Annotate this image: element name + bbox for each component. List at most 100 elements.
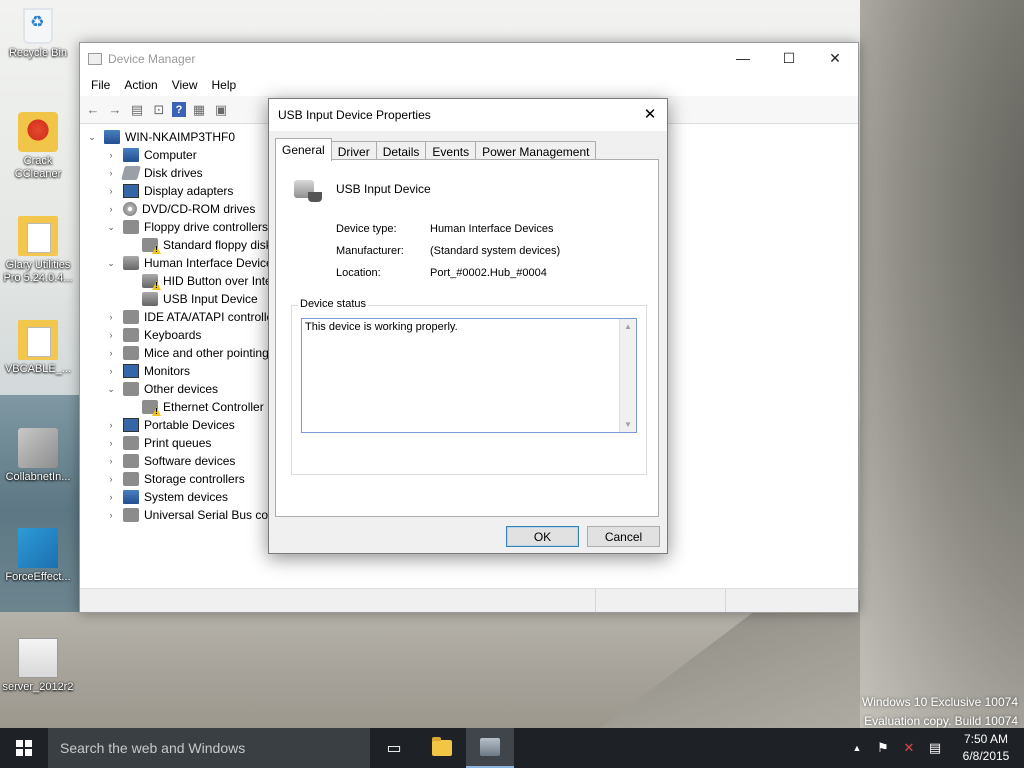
chevron-down-icon[interactable]: ⌄	[105, 222, 117, 233]
chevron-right-icon[interactable]: ›	[105, 438, 117, 448]
properties-icon[interactable]: ▤	[128, 101, 146, 119]
help-icon[interactable]: ?	[172, 102, 186, 117]
desktop-icon-ccleaner[interactable]: Crack CCleaner	[0, 112, 76, 181]
device-icon[interactable]: ▣	[212, 101, 230, 119]
device-manager-icon	[480, 738, 500, 756]
chevron-right-icon[interactable]: ›	[105, 150, 117, 160]
view-icon[interactable]: ▦	[190, 101, 208, 119]
chevron-right-icon[interactable]: ›	[105, 348, 117, 358]
tree-root-label: WIN-NKAIMP3THF0	[125, 130, 236, 144]
tree-item-label: USB Input Device	[163, 292, 258, 306]
close-icon[interactable]: ✕	[633, 99, 667, 129]
back-arrow-icon[interactable]: ←	[84, 101, 102, 119]
computer-icon	[18, 428, 58, 468]
tab-driver[interactable]: Driver	[330, 141, 377, 161]
chevron-right-icon[interactable]: ›	[105, 456, 117, 466]
chevron-right-icon[interactable]: ›	[105, 492, 117, 502]
other-devices-icon	[123, 382, 139, 396]
chevron-right-icon[interactable]: ›	[105, 168, 117, 178]
property-value: Human Interface Devices	[430, 223, 554, 235]
vertical-scrollbar[interactable]: ▲ ▼	[619, 319, 636, 432]
dialog-title-bar[interactable]: USB Input Device Properties ✕	[269, 99, 667, 131]
desktop-icon-server[interactable]: server_2012r2	[0, 638, 76, 694]
ok-button[interactable]: OK	[506, 526, 579, 547]
mouse-icon	[123, 346, 139, 360]
desktop-icon-forceeffect[interactable]: ForceEffect...	[0, 528, 76, 584]
search-box[interactable]: Search the web and Windows	[48, 728, 370, 768]
software-device-icon	[123, 454, 139, 468]
tab-power-management[interactable]: Power Management	[475, 141, 597, 161]
tab-details[interactable]: Details	[375, 141, 427, 161]
device-manager-icon	[88, 52, 102, 65]
file-explorer-taskbar-button[interactable]	[418, 728, 466, 768]
desktop-icon-glary[interactable]: Glary Utilities Pro 5.24.0.4...	[0, 216, 76, 285]
chevron-right-icon[interactable]: ›	[105, 330, 117, 340]
server-file-icon	[18, 638, 58, 678]
menu-help[interactable]: Help	[205, 78, 244, 92]
tab-strip: General Driver Details Events Power Mana…	[275, 138, 597, 161]
start-button[interactable]	[0, 728, 48, 768]
chevron-right-icon[interactable]: ›	[105, 312, 117, 322]
portable-device-icon	[123, 418, 139, 432]
status-bar	[80, 588, 858, 612]
desktop-icon-label: Glary Utilities Pro 5.24.0.4...	[3, 259, 73, 284]
action-center-icon[interactable]: ▤	[922, 740, 948, 756]
chevron-right-icon[interactable]: ›	[105, 204, 117, 214]
scroll-up-icon[interactable]: ▲	[620, 322, 636, 331]
desktop-icon-vbcable[interactable]: VBCABLE_...	[0, 320, 76, 376]
tab-events[interactable]: Events	[425, 141, 477, 161]
chevron-right-icon[interactable]: ›	[105, 186, 117, 196]
close-button[interactable]: ✕	[812, 43, 858, 73]
scan-icon[interactable]: ⊡	[150, 101, 168, 119]
chevron-right-icon[interactable]: ›	[105, 420, 117, 430]
volume-muted-icon[interactable]: ✕	[896, 740, 922, 756]
disk-icon	[121, 166, 141, 180]
device-status-group: This device is working properly. ▲ ▼	[291, 305, 647, 475]
network-icon[interactable]: ⚑	[870, 740, 896, 756]
desktop-icon-label: CollabnetIn...	[5, 471, 71, 483]
usb-input-device-properties-dialog: USB Input Device Properties ✕ General Dr…	[268, 98, 668, 554]
tree-item-label: Ethernet Controller	[163, 400, 264, 414]
chevron-right-icon[interactable]: ›	[105, 510, 117, 520]
clock[interactable]: 7:50 AM 6/8/2015	[948, 731, 1024, 765]
forward-arrow-icon[interactable]: →	[106, 101, 124, 119]
tree-item-label: System devices	[144, 490, 229, 504]
menu-bar: File Action View Help	[80, 74, 858, 96]
storage-controller-icon	[123, 472, 139, 486]
floppy-controller-icon	[123, 220, 139, 234]
warning-device-icon	[142, 400, 158, 414]
device-manager-taskbar-button[interactable]	[466, 728, 514, 768]
printer-icon	[123, 436, 139, 450]
minimize-button[interactable]: —	[720, 43, 766, 73]
chevron-down-icon[interactable]: ⌄	[86, 132, 98, 143]
wallpaper-tunnel	[860, 0, 1024, 728]
chevron-right-icon[interactable]: ›	[105, 474, 117, 484]
folder-icon	[432, 737, 452, 756]
tree-item-label: Monitors	[144, 364, 191, 378]
cancel-button[interactable]: Cancel	[587, 526, 660, 547]
chevron-right-icon[interactable]: ›	[105, 366, 117, 376]
scroll-down-icon[interactable]: ▼	[620, 420, 636, 429]
system-tray: ▲ ⚑ ✕ ▤ 7:50 AM 6/8/2015	[844, 728, 1024, 768]
desktop-icon-collabnet[interactable]: CollabnetIn...	[0, 428, 76, 484]
dvd-icon	[123, 202, 137, 216]
device-status-textbox[interactable]: This device is working properly. ▲ ▼	[301, 318, 637, 433]
tab-general[interactable]: General	[275, 138, 332, 161]
task-view-icon[interactable]: ▭	[370, 728, 418, 768]
menu-view[interactable]: View	[165, 78, 205, 92]
taskbar: Search the web and Windows ▭ ▲ ⚑ ✕ ▤ 7:5…	[0, 728, 1024, 768]
desktop-icon-recycle-bin[interactable]: Recycle Bin	[0, 8, 76, 60]
recycle-bin-icon	[23, 8, 53, 44]
chevron-down-icon[interactable]: ⌄	[105, 258, 117, 269]
menu-file[interactable]: File	[84, 78, 117, 92]
tree-item-label: Disk drives	[144, 166, 203, 180]
chevron-down-icon[interactable]: ⌄	[105, 384, 117, 395]
evaluation-watermark: Windows 10 Exclusive 10074 Evaluation co…	[862, 693, 1018, 731]
computer-icon	[104, 130, 120, 144]
desktop-icon-label: Recycle Bin	[8, 47, 68, 59]
menu-action[interactable]: Action	[117, 78, 164, 92]
property-row: Manufacturer: (Standard system devices)	[336, 240, 560, 262]
device-properties: Device type: Human Interface Devices Man…	[336, 218, 560, 284]
show-hidden-icons-chevron-icon[interactable]: ▲	[844, 743, 870, 753]
maximize-button[interactable]: ☐	[766, 43, 812, 73]
